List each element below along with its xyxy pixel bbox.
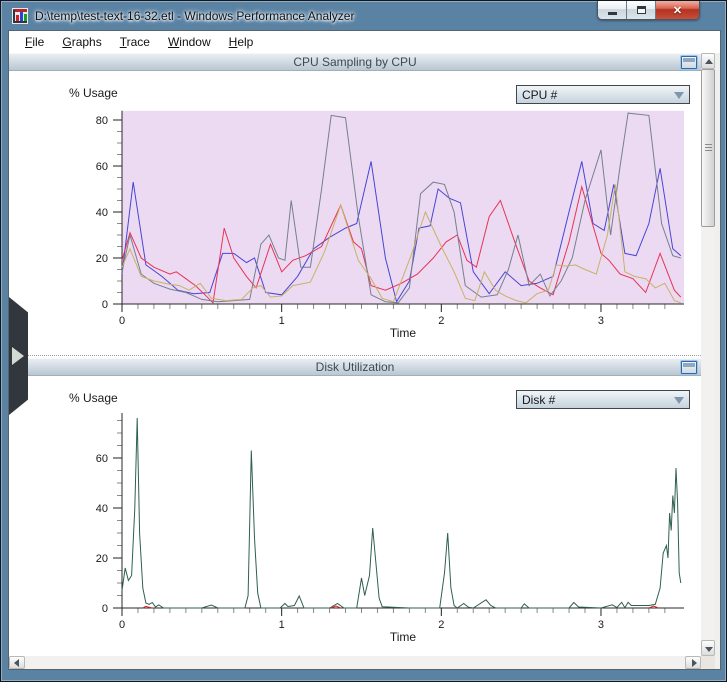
horizontal-scrollbar[interactable]	[9, 656, 701, 669]
arrow-down-icon	[705, 647, 713, 652]
svg-text:0: 0	[119, 315, 125, 327]
svg-text:20: 20	[96, 553, 108, 565]
disk-chart-region: 0 20 40 60 0 1 2 3 Time % Usage Disk #	[9, 376, 701, 656]
scroll-left-button[interactable]	[9, 656, 25, 669]
close-button[interactable]: ✕	[656, 1, 699, 19]
minimize-button[interactable]	[598, 1, 627, 19]
disk-selector-dropdown[interactable]: Disk #	[516, 390, 690, 409]
svg-text:Time: Time	[390, 326, 417, 340]
minimize-icon	[607, 12, 617, 15]
svg-text:1: 1	[279, 315, 285, 327]
scroll-up-button[interactable]	[701, 53, 715, 69]
menu-item-file[interactable]: File	[16, 33, 53, 51]
dropdown-arrow-icon	[674, 397, 684, 404]
cpu-usage-chart[interactable]: 0 20 40 60 80 0 1 2 3 Time	[9, 71, 701, 355]
menu-item-window[interactable]: Window	[159, 33, 220, 51]
svg-text:60: 60	[96, 453, 108, 465]
menu-item-help[interactable]: Help	[220, 33, 263, 51]
cpu-expand-graph-button[interactable]	[681, 56, 697, 69]
svg-text:2: 2	[438, 619, 444, 631]
svg-text:20: 20	[96, 253, 108, 265]
app-icon	[12, 8, 28, 24]
disk-ylabel: % Usage	[69, 391, 118, 405]
scrollbar-gutter	[715, 53, 720, 669]
svg-text:40: 40	[96, 207, 108, 219]
cpu-chart-region: 0 20 40 60 80 0 1 2 3 Time % Usage CPU #	[9, 71, 701, 355]
menu-item-graphs[interactable]: Graphs	[53, 33, 110, 51]
restore-icon	[636, 6, 646, 14]
svg-text:3: 3	[598, 315, 604, 327]
arrow-left-icon	[14, 659, 19, 667]
svg-text:0: 0	[102, 603, 108, 615]
menu-bar: File Graphs Trace Window Help	[9, 31, 720, 53]
app-window: D:\temp\test-text-16-32.etl - Windows Pe…	[0, 0, 727, 682]
flyout-tab[interactable]	[9, 297, 28, 415]
window-glyph-icon	[683, 58, 695, 62]
scroll-down-button[interactable]	[701, 640, 715, 656]
dropdown-arrow-icon	[674, 92, 684, 99]
window-title: D:\temp\test-text-16-32.etl - Windows Pe…	[35, 9, 355, 23]
cpu-ylabel: % Usage	[69, 86, 118, 100]
flyout-arrow-icon	[12, 347, 24, 365]
window-controls: ✕	[597, 1, 700, 20]
svg-text:0: 0	[119, 619, 125, 631]
vertical-scrollbar[interactable]	[701, 53, 715, 656]
disk-utilization-chart[interactable]: 0 20 40 60 0 1 2 3 Time	[9, 376, 701, 656]
cpu-selector-dropdown[interactable]: CPU #	[516, 85, 690, 104]
svg-text:0: 0	[102, 299, 108, 311]
disk-expand-graph-button[interactable]	[681, 361, 697, 374]
thumb-grip-icon	[705, 144, 712, 152]
arrow-up-icon	[705, 59, 713, 64]
vertical-scroll-thumb[interactable]	[701, 69, 715, 227]
scrollbar-corner	[701, 656, 715, 669]
svg-text:80: 80	[96, 115, 108, 127]
disk-panel-header: Disk Utilization	[9, 358, 701, 376]
window-glyph-icon	[683, 363, 695, 367]
disk-panel-title: Disk Utilization	[315, 360, 395, 374]
scroll-right-button[interactable]	[685, 656, 701, 669]
title-bar[interactable]: D:\temp\test-text-16-32.etl - Windows Pe…	[1, 1, 726, 31]
cpu-panel-title: CPU Sampling by CPU	[293, 55, 417, 69]
cpu-selector-value: CPU #	[522, 87, 558, 102]
close-icon: ✕	[672, 4, 683, 17]
menu-item-trace[interactable]: Trace	[111, 33, 159, 51]
svg-text:1: 1	[279, 619, 285, 631]
disk-selector-value: Disk #	[522, 392, 556, 407]
graphs-area: CPU Sampling by CPU 0 20 40 60 80 0 1 2 3 Time % …	[9, 53, 701, 656]
svg-text:60: 60	[96, 161, 108, 173]
svg-text:2: 2	[438, 315, 444, 327]
svg-text:Time: Time	[390, 630, 417, 644]
restore-button[interactable]	[627, 1, 656, 19]
client-area: File Graphs Trace Window Help CPU Sampling b…	[9, 31, 720, 669]
cpu-panel-header: CPU Sampling by CPU	[9, 53, 701, 71]
arrow-right-icon	[692, 659, 697, 667]
svg-text:3: 3	[598, 619, 604, 631]
svg-text:40: 40	[96, 503, 108, 515]
